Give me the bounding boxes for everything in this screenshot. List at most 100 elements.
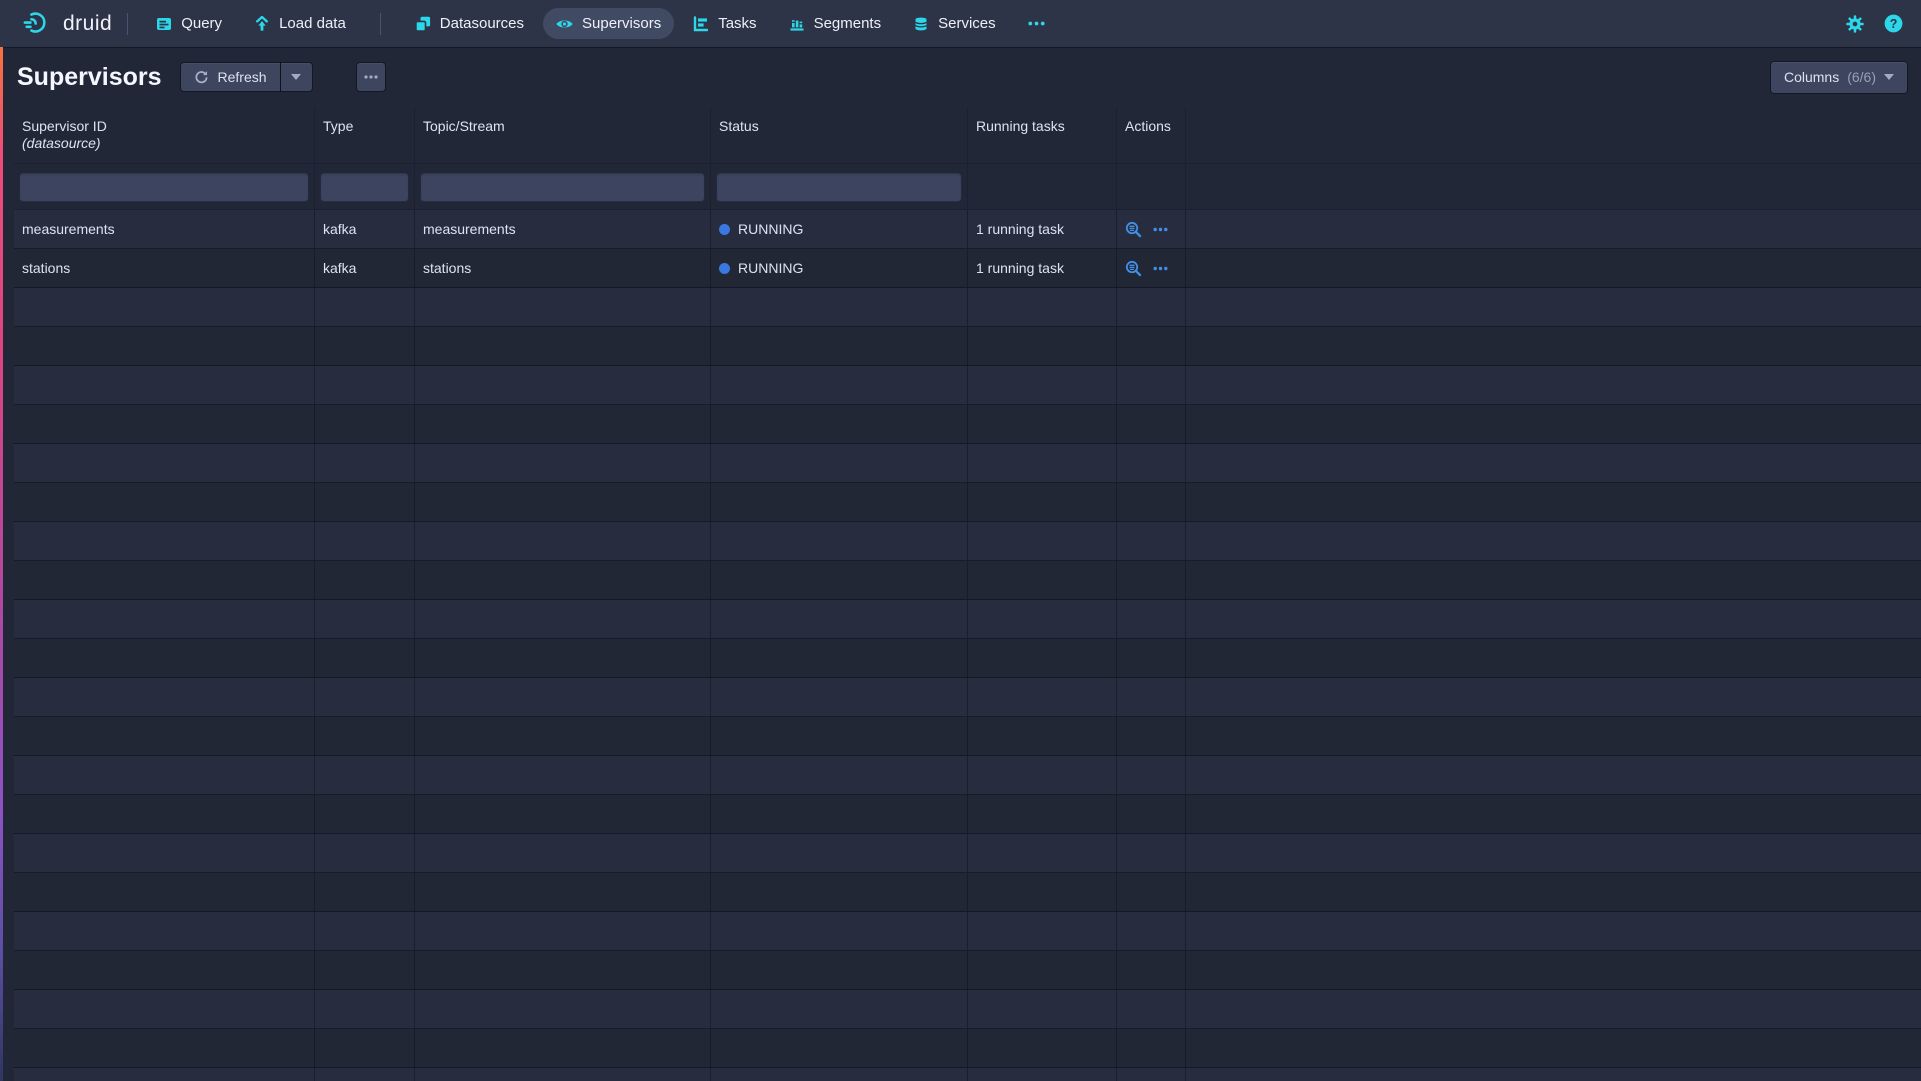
empty-cell — [711, 639, 968, 677]
empty-cell — [1186, 405, 1921, 443]
empty-cell — [415, 795, 711, 833]
refresh-button[interactable]: Refresh — [181, 63, 280, 91]
empty-cell — [1117, 717, 1186, 755]
header-label: Actions — [1125, 118, 1177, 135]
columns-button[interactable]: Columns (6/6) — [1771, 62, 1907, 93]
chevron-down-icon — [1884, 74, 1894, 80]
status-running-dot — [719, 224, 730, 235]
nav-item-load-data[interactable]: Load data — [241, 8, 359, 39]
nav-item-query[interactable]: Query — [143, 8, 235, 39]
empty-cell — [968, 678, 1117, 716]
filter-type-input[interactable] — [320, 172, 409, 202]
row-actions-menu-button[interactable] — [1153, 227, 1168, 232]
empty-cell — [1186, 561, 1921, 599]
filter-cell — [415, 164, 711, 209]
search-details-icon — [1125, 260, 1142, 277]
refresh-caret-button[interactable] — [281, 63, 312, 91]
empty-cell — [1117, 834, 1186, 872]
upload-icon — [254, 16, 270, 32]
empty-cell — [968, 600, 1117, 638]
empty-cell — [1117, 756, 1186, 794]
inspect-supervisor-button[interactable] — [1125, 260, 1142, 277]
empty-table-row — [14, 366, 1921, 405]
more-icon — [1153, 227, 1168, 232]
empty-table-row — [14, 522, 1921, 561]
filter-cell — [1186, 164, 1921, 209]
empty-cell — [1117, 288, 1186, 326]
empty-cell — [1186, 483, 1921, 521]
empty-cell — [315, 327, 415, 365]
cell-actions — [1117, 249, 1186, 287]
empty-cell — [14, 795, 315, 833]
empty-cell — [968, 1068, 1117, 1081]
help-button[interactable]: ? — [1884, 14, 1903, 33]
empty-cell — [14, 444, 315, 482]
header-supervisor-id[interactable]: Supervisor ID (datasource) — [14, 107, 315, 163]
empty-cell — [711, 1029, 968, 1067]
empty-cell — [1117, 951, 1186, 989]
empty-cell — [415, 1068, 711, 1081]
nav-item-more[interactable] — [1015, 14, 1058, 33]
empty-table-row — [14, 873, 1921, 912]
cell-topic-stream: measurements — [415, 210, 711, 248]
empty-cell — [14, 327, 315, 365]
empty-cell — [14, 600, 315, 638]
nav-item-datasources[interactable]: Datasources — [402, 8, 537, 39]
empty-cell — [14, 990, 315, 1028]
gantt-chart-icon — [693, 16, 709, 32]
gear-icon — [1846, 15, 1864, 33]
empty-cell — [1117, 444, 1186, 482]
empty-cell — [14, 873, 315, 911]
page-more-button[interactable] — [357, 63, 385, 91]
empty-table-row — [14, 951, 1921, 990]
empty-cell — [1117, 912, 1186, 950]
settings-button[interactable] — [1846, 15, 1864, 33]
empty-cell — [968, 483, 1117, 521]
empty-cell — [1186, 834, 1921, 872]
empty-cell — [1186, 951, 1921, 989]
empty-cell — [415, 288, 711, 326]
empty-cell — [14, 678, 315, 716]
row-actions-menu-button[interactable] — [1153, 266, 1168, 271]
empty-cell — [968, 561, 1117, 599]
filter-topic-stream-input[interactable] — [420, 172, 705, 202]
empty-cell — [711, 1068, 968, 1081]
empty-cell — [1186, 366, 1921, 404]
header-type[interactable]: Type — [315, 107, 415, 163]
empty-cell — [711, 561, 968, 599]
empty-cell — [1186, 756, 1921, 794]
filter-status-input[interactable] — [716, 172, 962, 202]
nav-item-supervisors[interactable]: Supervisors — [543, 8, 674, 39]
empty-table-row — [14, 834, 1921, 873]
inspect-supervisor-button[interactable] — [1125, 221, 1142, 238]
chevron-down-icon — [291, 74, 301, 80]
empty-cell — [415, 990, 711, 1028]
datasources-icon — [415, 16, 431, 32]
status-text: RUNNING — [738, 260, 803, 276]
cell-status: RUNNING — [711, 249, 968, 287]
header-actions[interactable]: Actions — [1117, 107, 1186, 163]
empty-table-row — [14, 561, 1921, 600]
eye-icon — [556, 18, 573, 30]
empty-cell — [315, 1029, 415, 1067]
empty-table-row — [14, 639, 1921, 678]
empty-cell — [1186, 717, 1921, 755]
empty-cell — [14, 405, 315, 443]
druid-logo[interactable]: druid — [22, 10, 112, 37]
columns-count: (6/6) — [1847, 69, 1876, 85]
table-header: Supervisor ID (datasource) Type Topic/St… — [14, 107, 1921, 164]
empty-cell — [968, 288, 1117, 326]
empty-cell — [968, 951, 1117, 989]
nav-items: Query Load data Datasources Supervisors — [143, 8, 1057, 39]
header-status[interactable]: Status — [711, 107, 968, 163]
empty-cell — [968, 327, 1117, 365]
nav-item-tasks[interactable]: Tasks — [680, 8, 769, 39]
filter-supervisor-id-input[interactable] — [19, 172, 309, 202]
refresh-icon — [194, 70, 209, 85]
nav-item-segments[interactable]: Segments — [776, 8, 895, 39]
nav-item-services[interactable]: Services — [900, 8, 1009, 39]
header-running-tasks[interactable]: Running tasks — [968, 107, 1117, 163]
empty-cell — [711, 717, 968, 755]
empty-cell — [1186, 444, 1921, 482]
header-topic-stream[interactable]: Topic/Stream — [415, 107, 711, 163]
